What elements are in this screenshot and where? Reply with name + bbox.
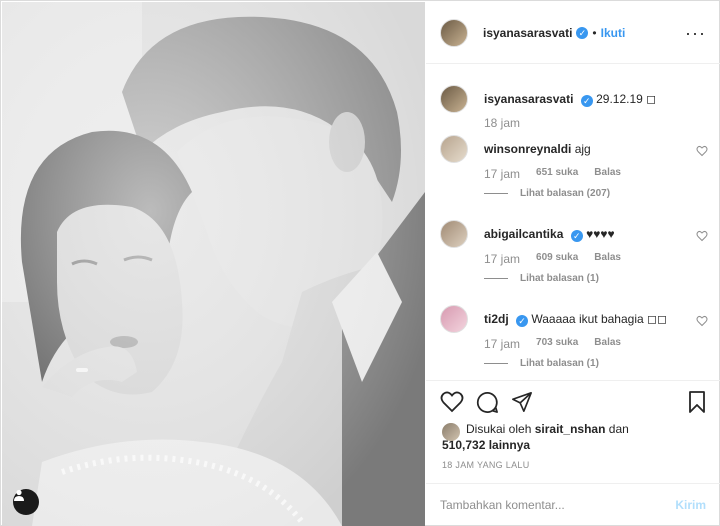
comment-text: abigailcantika ✓ ♥♥♥♥ xyxy=(484,227,615,242)
user-icon xyxy=(14,489,24,501)
caption-text: isyanasarasvati ✓ 29.12.19 ◻ xyxy=(484,92,656,107)
comment-row: winsonreynaldi ajg 17 jam 651 suka Balas… xyxy=(440,135,710,211)
replies-divider xyxy=(484,278,508,279)
commenter-avatar[interactable] xyxy=(440,135,468,163)
likes-line-1: Disukai oleh sirait_nshan dan xyxy=(442,421,629,437)
verified-badge-icon: ✓ xyxy=(570,230,583,242)
liker-username[interactable]: sirait_nshan xyxy=(535,422,606,436)
follow-button[interactable]: Ikuti xyxy=(601,26,626,40)
likes-and: dan xyxy=(608,422,629,436)
caption-username[interactable]: isyanasarasvati xyxy=(484,92,573,106)
tagged-user-button[interactable] xyxy=(13,489,39,515)
comment-likes[interactable]: 651 suka xyxy=(536,167,578,181)
comment-likes[interactable]: 609 suka xyxy=(536,252,578,266)
comment-row: abigailcantika ✓ ♥♥♥♥ 17 jam 609 suka Ba… xyxy=(440,220,710,296)
comment-text: winsonreynaldi ajg xyxy=(484,142,591,156)
comment-meta: 17 jam 609 suka Balas xyxy=(484,252,621,266)
view-replies-label: Lihat balasan (207) xyxy=(520,188,611,199)
likes-count[interactable]: 510,732 lainnya xyxy=(442,438,530,452)
view-replies-label: Lihat balasan (1) xyxy=(520,273,599,284)
verified-badge-icon: ✓ xyxy=(580,95,593,107)
separator-dot: • xyxy=(592,25,597,40)
comment-meta: 17 jam 651 suka Balas xyxy=(484,167,621,181)
comment-time: 17 jam xyxy=(484,167,521,181)
reply-button[interactable]: Balas xyxy=(594,337,621,351)
verified-badge-icon: ✓ xyxy=(516,315,529,327)
comment-body: Waaaaa ikut bahagia ◻◻ xyxy=(531,312,667,326)
comment-username[interactable]: ti2dj xyxy=(484,312,509,326)
comments-list: isyanasarasvati ✓ 29.12.19 ◻ 18 jam wins… xyxy=(426,65,720,380)
likes-line-2: 510,732 lainnya xyxy=(442,437,629,453)
comment-row: ti2dj ✓ Waaaaa ikut bahagia ◻◻ 17 jam 70… xyxy=(440,305,710,380)
like-comment-heart-icon[interactable] xyxy=(696,230,708,242)
comment-bubble-icon[interactable] xyxy=(476,391,499,414)
verified-badge-icon: ✓ xyxy=(576,26,589,39)
share-send-icon[interactable] xyxy=(511,391,533,413)
more-options-icon[interactable]: ··· xyxy=(685,24,706,42)
comment-composer: Tambahkan komentar... Kirim xyxy=(426,483,720,526)
caption-body: 29.12.19 ◻ xyxy=(596,92,657,106)
comment-time: 17 jam xyxy=(484,252,521,266)
post-side-panel: isyanasarasvati ✓ • Ikuti ··· isyanasara… xyxy=(426,2,720,526)
reply-button[interactable]: Balas xyxy=(594,167,621,181)
photo-illustration xyxy=(2,2,425,526)
replies-divider xyxy=(484,363,508,364)
reply-button[interactable]: Balas xyxy=(594,252,621,266)
view-replies-button[interactable]: Lihat balasan (207) xyxy=(484,188,610,199)
likes-summary: Disukai oleh sirait_nshan dan 510,732 la… xyxy=(442,421,629,453)
like-comment-heart-icon[interactable] xyxy=(696,145,708,157)
post-timestamp[interactable]: 18 JAM YANG LALU xyxy=(442,460,530,470)
comment-meta: 17 jam 703 suka Balas xyxy=(484,337,621,351)
like-comment-heart-icon[interactable] xyxy=(696,315,708,327)
liker-avatar[interactable] xyxy=(442,423,460,441)
comment-body: ajg xyxy=(574,142,591,156)
caption-time: 18 jam xyxy=(484,116,521,130)
comment-username[interactable]: winsonreynaldi xyxy=(484,142,571,156)
like-heart-icon[interactable] xyxy=(440,391,464,413)
comment-username[interactable]: abigailcantika xyxy=(484,227,563,241)
commenter-avatar[interactable] xyxy=(440,305,468,333)
caption-meta: 18 jam xyxy=(484,116,520,130)
author-avatar[interactable] xyxy=(440,18,468,47)
post-header: isyanasarasvati ✓ • Ikuti ··· xyxy=(426,2,720,64)
post-photo[interactable] xyxy=(2,2,425,526)
comment-text: ti2dj ✓ Waaaaa ikut bahagia ◻◻ xyxy=(484,312,667,327)
comment-likes[interactable]: 703 suka xyxy=(536,337,578,351)
view-replies-button[interactable]: Lihat balasan (1) xyxy=(484,358,599,369)
comment-input[interactable]: Tambahkan komentar... xyxy=(440,498,565,512)
bookmark-icon[interactable] xyxy=(688,391,706,413)
author-username[interactable]: isyanasarasvati xyxy=(483,26,572,40)
replies-divider xyxy=(484,193,508,194)
comment-time: 17 jam xyxy=(484,337,521,351)
view-replies-label: Lihat balasan (1) xyxy=(520,358,599,369)
post-actions-bar xyxy=(426,380,720,424)
commenter-avatar[interactable] xyxy=(440,220,468,248)
likes-prefix: Disukai oleh xyxy=(466,422,532,436)
send-button[interactable]: Kirim xyxy=(675,498,706,512)
view-replies-button[interactable]: Lihat balasan (1) xyxy=(484,273,599,284)
author-avatar[interactable] xyxy=(440,85,468,113)
post-window: isyanasarasvati ✓ • Ikuti ··· isyanasara… xyxy=(0,0,720,526)
comment-body: ♥♥♥♥ xyxy=(586,227,615,241)
